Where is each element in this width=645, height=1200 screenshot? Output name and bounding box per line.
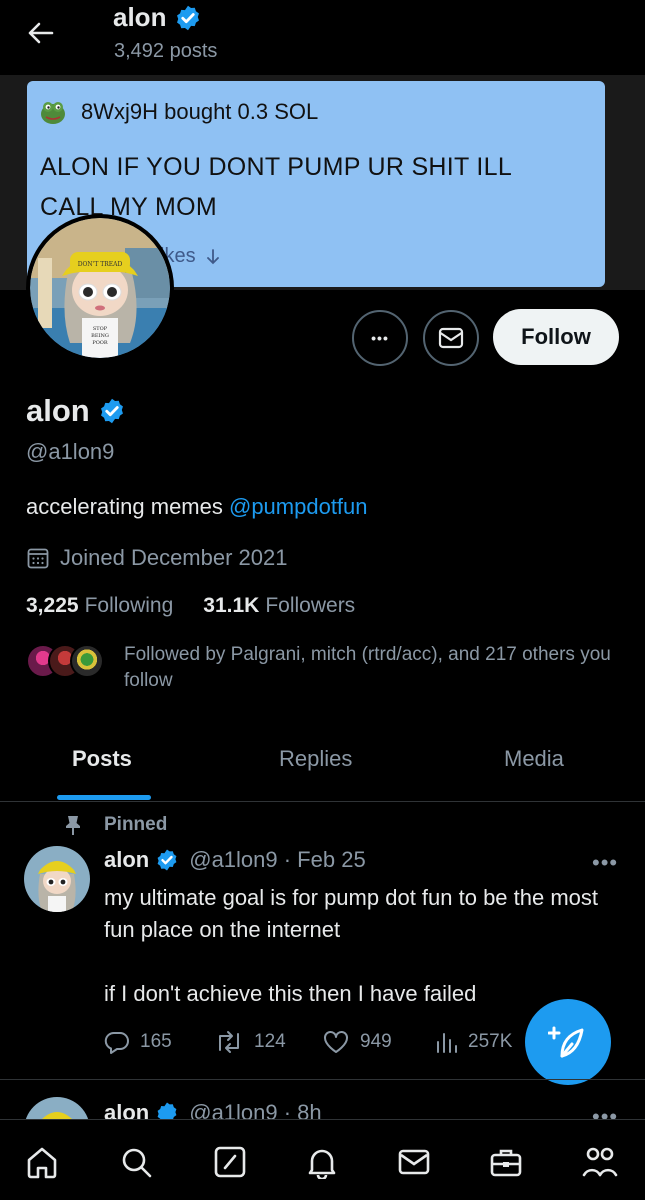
header-posts-count: 3,492 posts [114,40,218,62]
like-count: 949 [360,1031,392,1052]
avatar-image [24,846,90,912]
header-name: alon [113,2,202,33]
nav-grok[interactable] [210,1142,250,1182]
reply-button[interactable]: 165 [104,1030,172,1054]
views-icon [437,1033,457,1053]
back-arrow-icon [28,22,54,44]
post-author-name[interactable]: alon [104,847,149,873]
profile-tabs: Posts Replies Media [0,730,645,802]
post-text-line: if I don't achieve this then I have fail… [104,981,477,1006]
reply-count: 165 [140,1031,172,1052]
reply-icon [104,1031,129,1054]
avatar-image: DON'T TREAD STOP BEING POOR [30,218,170,358]
like-icon [324,1031,348,1053]
repost-count: 124 [254,1031,286,1052]
followers-count: 31.1K [203,594,260,617]
nav-notifications[interactable] [302,1142,342,1182]
nav-messages[interactable] [394,1142,434,1182]
profile-stats: 3,225 Following 31.1K Followers [26,594,355,618]
followers-label: Followers [265,594,356,617]
bio-link[interactable]: @pumpdotfun [229,494,368,519]
views-button[interactable]: 257K [434,1030,512,1054]
message-button[interactable] [423,310,479,366]
svg-text:POOR: POOR [92,340,108,346]
compose-button[interactable] [525,999,611,1085]
post-text-line: my ultimate goal is for pump dot fun to … [104,885,599,942]
post-header: alon @a1lon9 · Feb 25 [104,847,366,873]
post-more-button[interactable]: ••• [592,850,618,876]
banner-buy-text: 8Wxj9H bought 0.3 SOL [81,99,319,124]
views-count: 257K [468,1031,513,1052]
tab-posts[interactable]: Posts [72,746,132,772]
bottom-nav [0,1119,645,1200]
profile-handle: @a1lon9 [26,439,115,464]
profile-name: alon [26,393,126,429]
arrow-down-icon [206,248,219,264]
banner-buy-row: 8Wxj9H bought 0.3 SOL [39,99,318,125]
following-label: Following [84,594,174,617]
compose-icon [548,1026,584,1058]
svg-text:STOP: STOP [93,326,108,332]
followed-by-text: Followed by Palgrani, mitch (rtrd/acc), … [124,644,611,691]
verified-badge-icon[interactable] [98,397,126,425]
nav-home[interactable] [22,1142,62,1182]
profile-bio: accelerating memes @pumpdotfun [26,494,368,520]
joined-text: Joined December 2021 [60,545,288,570]
followers-link[interactable]: 31.1K Followers [203,594,355,618]
following-link[interactable]: 3,225 Following [26,594,173,618]
nav-search[interactable] [116,1142,156,1182]
profile-avatar[interactable]: DON'T TREAD STOP BEING POOR [26,214,174,362]
home-icon [27,1147,57,1179]
calendar-icon [27,548,49,569]
post-avatar[interactable] [24,846,90,912]
frog-icon [41,102,65,124]
avatar-hat-text: DON'T TREAD [78,261,123,268]
banner-message: ALON IF YOU DONT PUMP UR SHIT ILL CALL M… [40,153,512,221]
tab-active-indicator [57,795,151,800]
messages-icon [398,1149,430,1175]
header-name-text: alon [113,2,167,32]
followed-by[interactable]: Followed by Palgrani, mitch (rtrd/acc), … [26,642,619,694]
jobs-icon [490,1149,522,1177]
more-dots: ••• [371,330,389,346]
post-divider [0,1079,645,1080]
like-button[interactable]: 949 [322,1030,392,1054]
profile-name-text: alon [26,393,90,428]
post-body: my ultimate goal is for pump dot fun to … [104,882,614,1010]
communities-icon [582,1147,618,1177]
search-icon [122,1148,152,1178]
profile-joined: Joined December 2021 [26,545,287,571]
nav-communities[interactable] [580,1142,620,1182]
svg-text:DON'T TREAD: DON'T TREAD [78,261,123,268]
repost-icon [219,1031,239,1053]
follow-button[interactable]: Follow [493,309,619,365]
pinned-text: Pinned [104,814,168,835]
verified-badge-icon [157,849,177,871]
post-actions: 165 124 949 257K [104,1030,534,1060]
pin-icon [66,816,80,835]
tab-media[interactable]: Media [504,746,564,772]
avatar-shirt-text: STOP BEING POOR [91,326,109,346]
top-bar: alon 3,492 posts [0,0,645,75]
avatar [70,644,104,678]
mail-icon [438,327,464,349]
grok-icon [214,1146,246,1178]
back-button[interactable] [22,18,58,48]
repost-button[interactable]: 124 [214,1030,286,1054]
bio-text: accelerating memes [26,494,229,519]
more-options-button[interactable]: ••• [352,310,408,366]
notifications-icon [308,1149,336,1179]
followed-by-avatars [26,644,106,680]
tab-replies[interactable]: Replies [279,746,352,772]
svg-text:BEING: BEING [91,333,109,339]
pinned-label: Pinned [64,814,167,836]
following-count: 3,225 [26,594,79,617]
nav-jobs[interactable] [486,1142,526,1182]
verified-badge-icon [177,5,200,30]
post-handle-time: @a1lon9 · Feb 25 [189,847,366,872]
